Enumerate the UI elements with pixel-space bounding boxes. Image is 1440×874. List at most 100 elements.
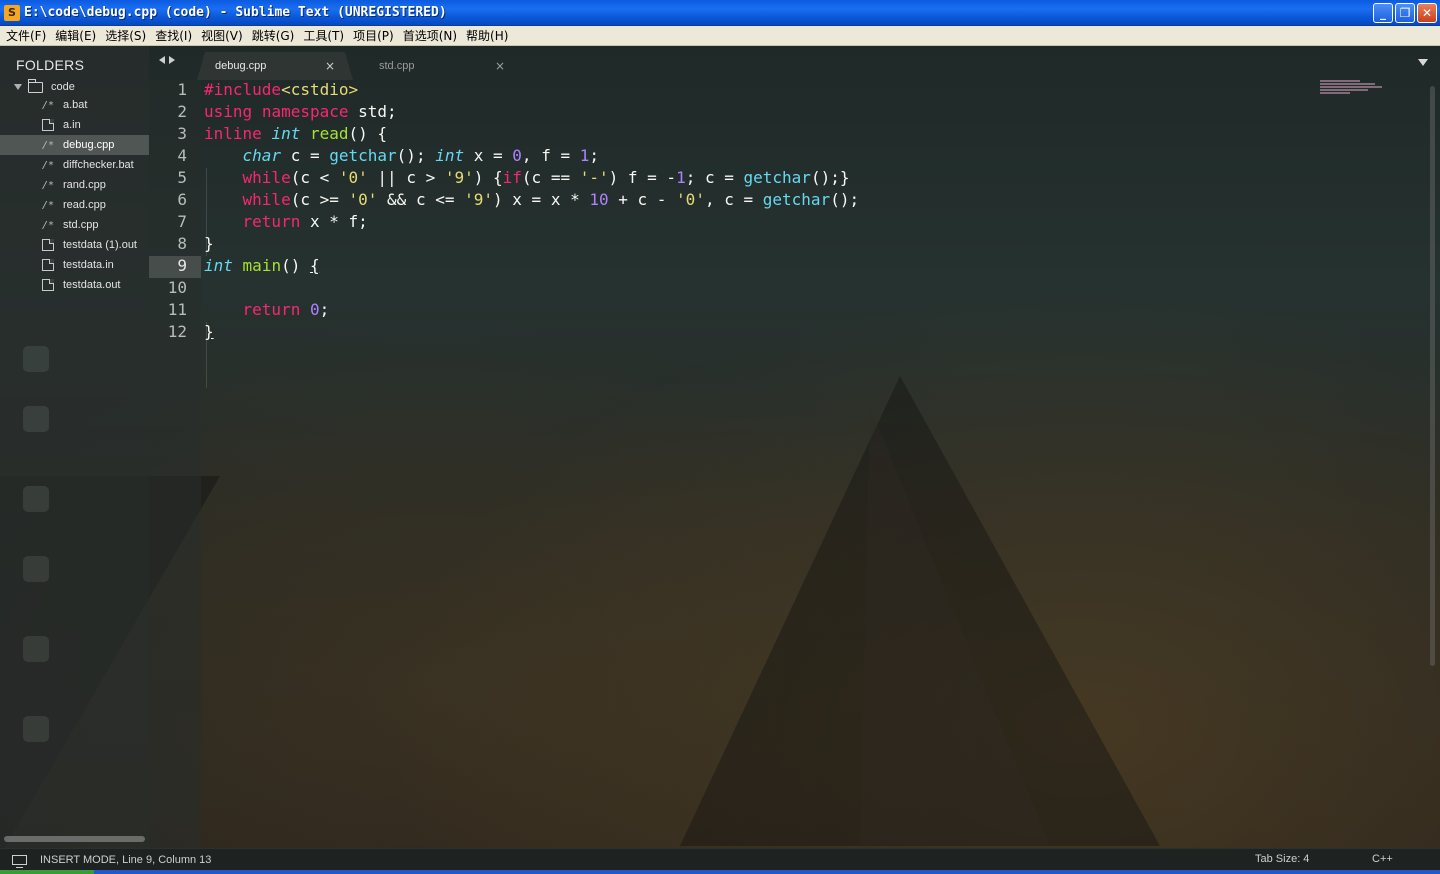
menu-goto[interactable]: 跳转(G)	[250, 27, 302, 44]
close-button[interactable]: ✕	[1417, 3, 1437, 23]
menu-project[interactable]: 项目(P)	[351, 27, 401, 44]
menu-file[interactable]: 文件(F)	[4, 27, 53, 44]
vertical-scrollbar[interactable]	[1430, 86, 1435, 666]
folder-root-label: code	[51, 81, 75, 93]
window-controls: _ ❐ ✕	[1373, 3, 1437, 23]
code-line[interactable]: int main() {	[204, 256, 1304, 278]
code-line[interactable]: using namespace std;	[204, 102, 1304, 124]
background-spire-highlight	[860, 406, 1050, 846]
sidebar-file-label: std.cpp	[63, 219, 99, 231]
tab-close-icon[interactable]: ×	[495, 59, 505, 73]
code-line[interactable]: while(c >= '0' && c <= '9') x = x * 10 +…	[204, 190, 1304, 212]
console-toggle-icon[interactable]	[12, 854, 27, 868]
sidebar-file-item[interactable]: testdata.out	[0, 275, 149, 295]
tab-navigation	[159, 56, 175, 64]
sidebar-file-item[interactable]: /* a.bat	[0, 95, 149, 115]
code-token: x =	[464, 146, 513, 165]
line-number[interactable]: 10	[149, 278, 201, 300]
sidebar-file-item[interactable]: /* debug.cpp	[0, 135, 149, 155]
tab-list-dropdown-icon[interactable]	[1418, 59, 1428, 66]
sublime-app-icon[interactable]: S	[4, 4, 20, 21]
code-line[interactable]: }	[204, 322, 1304, 344]
code-line[interactable]: #include<cstdio>	[204, 80, 1304, 102]
line-number[interactable]: 3	[149, 124, 201, 146]
sidebar-horizontal-scrollbar[interactable]	[4, 836, 145, 842]
code-token: int	[204, 256, 233, 275]
line-number[interactable]: 6	[149, 190, 201, 212]
tab-std-cpp[interactable]: std.cpp ×	[359, 52, 519, 80]
line-number[interactable]: 7	[149, 212, 201, 234]
sidebar-file-item[interactable]: a.in	[0, 115, 149, 135]
line-number[interactable]: 11	[149, 300, 201, 322]
code-token: int	[271, 124, 301, 143]
code-file-icon: /*	[42, 219, 55, 231]
menu-help[interactable]: 帮助(H)	[464, 27, 515, 44]
menu-edit[interactable]: 编辑(E)	[53, 27, 103, 44]
code-token: if	[502, 168, 522, 187]
line-number[interactable]: 4	[149, 146, 201, 168]
code-token: && c <=	[377, 190, 465, 209]
code-token: 0	[309, 300, 320, 319]
maximize-button[interactable]: ❐	[1395, 3, 1415, 23]
sidebar-file-label: testdata.in	[63, 259, 114, 271]
desktop-ghost-icon-shape	[23, 636, 49, 662]
code-token: ();	[396, 146, 436, 165]
sidebar-file-label: testdata.out	[63, 279, 121, 291]
desktop-ghost-icon-shape	[23, 556, 49, 582]
expand-triangle-icon[interactable]	[14, 84, 22, 90]
status-tab-size[interactable]: Tab Size: 4	[1255, 853, 1309, 865]
menu-find[interactable]: 查找(I)	[153, 27, 199, 44]
code-token: ) {	[473, 168, 503, 187]
line-number[interactable]: 5	[149, 168, 201, 190]
minimap-line	[1320, 83, 1375, 85]
status-syntax[interactable]: C++	[1372, 853, 1393, 865]
minimize-button[interactable]: _	[1373, 3, 1393, 23]
tab-next-arrow-icon[interactable]	[169, 56, 175, 64]
code-line[interactable]: char c = getchar(); int x = 0, f = 1;	[204, 146, 1304, 168]
tab-debug-cpp[interactable]: debug.cpp ×	[197, 52, 353, 80]
line-number[interactable]: 9	[149, 256, 201, 278]
doc-file-icon	[42, 259, 54, 271]
code-token: char	[242, 146, 282, 165]
code-line[interactable]: }	[204, 234, 1304, 256]
line-number[interactable]: 2	[149, 102, 201, 124]
minimap-line	[1320, 80, 1360, 82]
sidebar: FOLDERS code /* a.bat a.in /* debug.cpp /* dif…	[0, 46, 149, 848]
code-editor[interactable]: #include<cstdio> using namespace std; inli…	[204, 80, 1304, 344]
sidebar-file-item[interactable]: /* read.cpp	[0, 195, 149, 215]
code-line[interactable]: return 0;	[204, 300, 1304, 322]
taskbar-edge	[0, 870, 1440, 874]
sidebar-file-label: a.bat	[63, 99, 88, 111]
folder-root-code[interactable]: code	[14, 78, 75, 96]
code-token: ; c =	[685, 168, 744, 187]
editor-window: FOLDERS code /* a.bat a.in /* debug.cpp /* dif…	[0, 46, 1440, 848]
code-line[interactable]	[204, 278, 1304, 300]
code-token: namespace	[261, 102, 349, 121]
code-line[interactable]: return x * f;	[204, 212, 1304, 234]
line-number[interactable]: 8	[149, 234, 201, 256]
sidebar-file-item[interactable]: testdata.in	[0, 255, 149, 275]
code-line[interactable]: inline int read() {	[204, 124, 1304, 146]
sidebar-file-item[interactable]: /* std.cpp	[0, 215, 149, 235]
menu-preferences[interactable]: 首选项(N)	[401, 27, 464, 44]
line-number[interactable]: 12	[149, 322, 201, 344]
code-token: using	[204, 102, 253, 121]
code-token: '0'	[348, 190, 378, 209]
menu-selection[interactable]: 选择(S)	[103, 27, 153, 44]
line-number[interactable]: 1	[149, 80, 201, 102]
menu-tools[interactable]: 工具(T)	[301, 27, 351, 44]
code-token: ();}	[810, 168, 850, 187]
tab-close-icon[interactable]: ×	[325, 59, 335, 73]
sidebar-file-item[interactable]: /* diffchecker.bat	[0, 155, 149, 175]
code-token: ();	[830, 190, 860, 209]
code-line[interactable]: while(c < '0' || c > '9') {if(c == '-') …	[204, 168, 1304, 190]
sidebar-file-item[interactable]: /* rand.cpp	[0, 175, 149, 195]
sidebar-file-item[interactable]: testdata (1).out	[0, 235, 149, 255]
minimap[interactable]	[1320, 80, 1390, 104]
menu-view[interactable]: 视图(V)	[199, 27, 250, 44]
tab-prev-arrow-icon[interactable]	[159, 56, 165, 64]
doc-file-icon	[42, 119, 54, 131]
